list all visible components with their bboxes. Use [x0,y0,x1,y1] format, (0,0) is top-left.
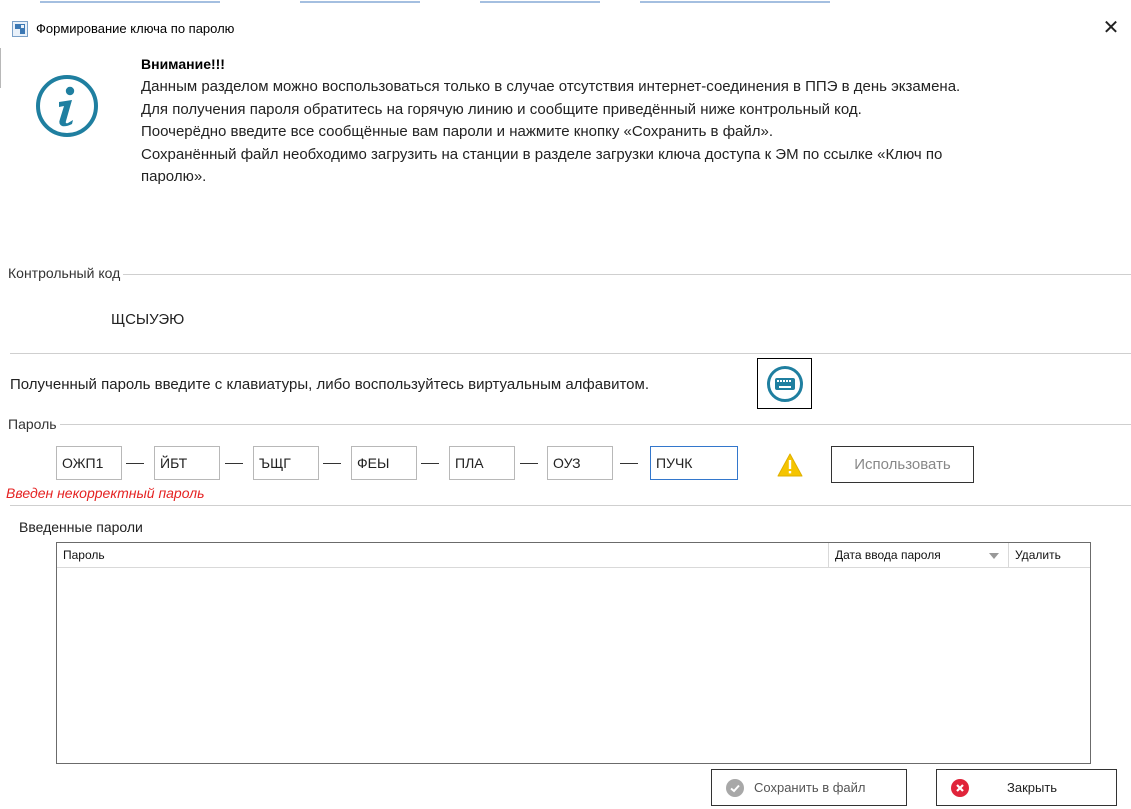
app-icon [12,21,28,37]
virtual-keyboard-button[interactable] [757,358,812,409]
password-segment-7[interactable] [650,446,738,480]
dash-separator [323,463,341,464]
column-header-password[interactable]: Пароль [57,543,105,568]
column-header-date[interactable]: Дата ввода пароля [829,543,941,568]
password-segment-4[interactable] [351,446,417,480]
warning-line: Поочерёдно введите все сообщённые вам па… [141,123,774,140]
password-segment-1[interactable] [56,446,122,480]
password-segment-2[interactable] [154,446,220,480]
warning-icon [777,453,803,477]
warning-line: паролю». [141,168,207,185]
keyboard-icon [767,366,803,402]
entered-passwords-table[interactable]: Пароль Дата ввода пароля Удалить [56,542,1091,764]
error-message: Введен некорректный пароль [6,485,205,501]
sort-down-icon[interactable] [989,553,999,559]
warning-line: Для получения пароля обратитесь на горяч… [141,100,862,118]
close-circle-icon [951,779,969,797]
window-border [0,48,1,88]
close-button-label: Закрыть [1007,780,1058,795]
window-title: Формирование ключа по паролю [36,21,235,36]
dash-separator [421,463,439,464]
use-button[interactable]: Использовать [831,446,974,483]
save-to-file-button[interactable]: Сохранить в файл [711,769,907,806]
dash-separator [520,463,538,464]
dash-separator [620,463,638,464]
entered-passwords-label: Введенные пароли [19,519,143,535]
column-header-delete[interactable]: Удалить [1009,543,1061,568]
password-segment-3[interactable] [253,446,319,480]
info-icon [36,75,98,137]
warning-line: Сохранённый файл необходимо загрузить на… [141,145,943,163]
background-window-strip [0,0,1131,6]
control-code-value: ЩСЫУЭЮ [111,311,185,328]
close-button[interactable]: Закрыть [936,769,1117,806]
keyboard-hint: Полученный пароль введите с клавиатуры, … [10,376,649,393]
divider [10,505,1131,506]
close-icon[interactable]: ✕ [1097,14,1125,42]
table-header: Пароль Дата ввода пароля Удалить [57,543,1090,568]
dash-separator [126,463,144,464]
password-group-border [10,424,1131,425]
divider [10,353,1131,354]
check-circle-icon [726,779,744,797]
password-segment-5[interactable] [449,446,515,480]
warning-line: Данным разделом можно воспользоваться то… [141,78,961,95]
control-code-label: Контрольный код [8,265,124,281]
control-code-group-border [10,274,1131,275]
save-button-label: Сохранить в файл [754,780,866,795]
password-segment-6[interactable] [547,446,613,480]
dash-separator [225,463,243,464]
warning-text: Данным разделом можно воспользоваться то… [141,76,1111,189]
warning-heading: Внимание!!! [141,56,225,72]
password-label: Пароль [8,416,60,432]
title-bar: Формирование ключа по паролю ✕ [0,10,1131,46]
